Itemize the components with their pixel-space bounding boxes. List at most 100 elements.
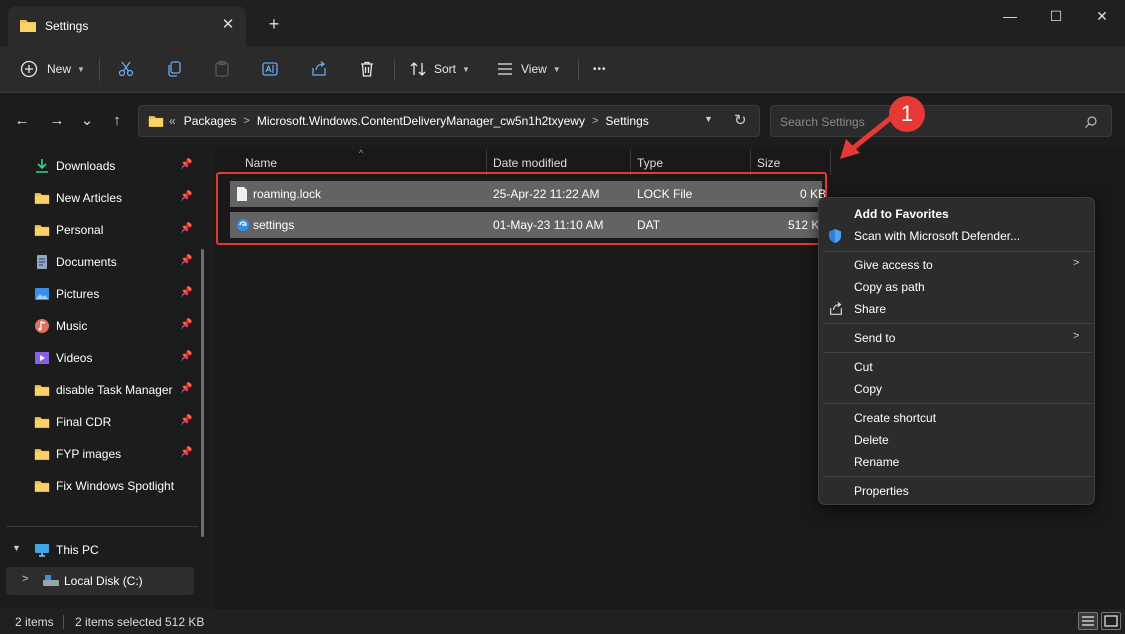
breadcrumb-contentdeliverymanager[interactable]: Microsoft.Windows.ContentDeliveryManager… xyxy=(257,114,585,128)
rename-button[interactable] xyxy=(261,54,279,84)
breadcrumb-packages[interactable]: Packages xyxy=(184,114,237,128)
menu-item-copy[interactable]: Copy xyxy=(819,378,1094,400)
delete-button[interactable] xyxy=(358,54,376,84)
divider xyxy=(578,59,579,81)
cut-button[interactable] xyxy=(117,54,135,84)
folder-icon xyxy=(34,449,50,460)
refresh-icon[interactable]: ↻ xyxy=(734,111,747,129)
tab-settings[interactable]: Settings ✕ xyxy=(8,6,246,46)
sidebar-item-label: disable Task Manager xyxy=(56,383,173,397)
chevron-down-icon[interactable]: ▼ xyxy=(704,114,713,124)
menu-divider xyxy=(823,251,1092,252)
pin-icon: 📌 xyxy=(180,287,193,298)
sidebar-scrollbar[interactable] xyxy=(201,249,204,537)
status-bar: 2 items 2 items selected 512 KB xyxy=(0,609,1125,634)
menu-item-send-to[interactable]: Send to > xyxy=(819,327,1094,349)
back-button[interactable]: ← xyxy=(12,111,32,131)
context-menu: Add to Favorites Scan with Microsoft Def… xyxy=(818,197,1095,505)
download-icon xyxy=(36,159,48,173)
tiles-view-icon xyxy=(1104,615,1118,627)
recent-locations-button[interactable]: ⌄ xyxy=(77,111,97,131)
menu-item-add-to-favorites[interactable]: Add to Favorites xyxy=(819,203,1094,225)
chevron-down-icon[interactable]: ▼ xyxy=(12,543,21,553)
menu-item-share[interactable]: Share xyxy=(819,298,1094,320)
sidebar-item-label: Fix Windows Spotlight xyxy=(56,479,175,493)
divider xyxy=(63,615,64,629)
document-icon xyxy=(37,255,47,269)
forward-button[interactable]: → xyxy=(47,111,67,131)
new-button[interactable]: New ▼ xyxy=(20,54,85,84)
menu-item-label: Copy xyxy=(854,382,883,396)
menu-item-copy-as-path[interactable]: Copy as path xyxy=(819,276,1094,298)
maximize-button[interactable]: ☐ xyxy=(1033,4,1079,28)
sidebar-item-personal[interactable]: Personal 📌 xyxy=(0,216,200,244)
menu-item-label: Share xyxy=(854,302,887,316)
sidebar-item-pictures[interactable]: Pictures 📌 xyxy=(0,280,200,308)
cut-icon xyxy=(118,61,134,77)
menu-item-label: Add to Favorites xyxy=(854,207,949,221)
sidebar-item-fyp-images[interactable]: FYP images 📌 xyxy=(0,440,200,468)
status-selected-count: 2 items selected xyxy=(75,615,162,629)
menu-item-delete[interactable]: Delete xyxy=(819,429,1094,451)
sidebar-item-videos[interactable]: Videos 📌 xyxy=(0,344,200,372)
status-selected-size: 512 KB xyxy=(165,615,205,629)
chevron-right-icon: > xyxy=(1073,257,1080,269)
minimize-button[interactable]: — xyxy=(987,4,1033,28)
chevron-right-icon: > xyxy=(1073,330,1080,342)
sidebar-item-documents[interactable]: Documents 📌 xyxy=(0,248,200,276)
details-view-button[interactable] xyxy=(1078,612,1098,630)
sidebar-item-disable-task-manager[interactable]: disable Task Manager 📌 xyxy=(0,376,200,404)
folder-icon xyxy=(20,20,36,32)
sidebar-item-final-cdr[interactable]: Final CDR 📌 xyxy=(0,408,200,436)
menu-item-label: Properties xyxy=(854,484,909,498)
sidebar-item-local-disk[interactable]: > Local Disk (C:) xyxy=(6,567,194,595)
menu-item-create-shortcut[interactable]: Create shortcut xyxy=(819,407,1094,429)
sidebar-item-this-pc[interactable]: ▼ This PC xyxy=(0,536,200,564)
command-bar: New ▼ Sort ▼ View ▼ ••• xyxy=(0,46,1125,93)
sort-button[interactable]: Sort ▼ xyxy=(409,54,470,84)
address-bar[interactable]: « Packages > Microsoft.Windows.ContentDe… xyxy=(138,105,760,137)
breadcrumb: « Packages > Microsoft.Windows.ContentDe… xyxy=(169,114,649,128)
divider xyxy=(6,526,198,527)
pin-icon: 📌 xyxy=(180,447,193,458)
sidebar-item-label: Local Disk (C:) xyxy=(64,574,143,588)
share-icon xyxy=(312,61,326,76)
menu-item-properties[interactable]: Properties xyxy=(819,480,1094,502)
menu-item-rename[interactable]: Rename xyxy=(819,451,1094,473)
menu-item-give-access[interactable]: Give access to > xyxy=(819,254,1094,276)
monitor-icon xyxy=(35,544,49,557)
menu-item-cut[interactable]: Cut xyxy=(819,356,1094,378)
view-button[interactable]: View ▼ xyxy=(496,54,561,84)
share-button[interactable] xyxy=(310,54,328,84)
chevron-down-icon: ▼ xyxy=(462,64,470,74)
new-tab-button[interactable]: + xyxy=(264,14,284,34)
sidebar-item-new-articles[interactable]: New Articles 📌 xyxy=(0,184,200,212)
menu-item-scan-defender[interactable]: Scan with Microsoft Defender... xyxy=(819,225,1094,247)
more-options-button[interactable]: ••• xyxy=(593,54,607,84)
breadcrumb-settings[interactable]: Settings xyxy=(605,114,648,128)
breadcrumb-overflow[interactable]: « xyxy=(169,114,176,128)
tiles-view-button[interactable] xyxy=(1101,612,1121,630)
navigation-bar: ← → ⌄ ↑ « Packages > Microsoft.Windows.C… xyxy=(0,93,1125,149)
pin-icon: 📌 xyxy=(180,159,193,170)
sidebar-item-label: Music xyxy=(56,319,88,333)
status-item-count: 2 items xyxy=(15,615,54,629)
search-input[interactable]: Search Settings xyxy=(770,105,1112,137)
sidebar-item-label: Documents xyxy=(56,255,117,269)
sidebar-item-music[interactable]: Music 📌 xyxy=(0,312,200,340)
menu-item-label: Copy as path xyxy=(854,280,925,294)
pin-icon: 📌 xyxy=(180,319,193,330)
tab-close-icon[interactable]: ✕ xyxy=(218,15,238,35)
chevron-right-icon[interactable]: > xyxy=(22,573,28,585)
close-button[interactable]: ✕ xyxy=(1079,4,1125,28)
up-button[interactable]: ↑ xyxy=(107,111,127,131)
copy-icon xyxy=(168,61,181,77)
sidebar-item-label: FYP images xyxy=(56,447,122,461)
menu-item-label: Create shortcut xyxy=(854,411,937,425)
paste-button[interactable] xyxy=(213,54,231,84)
plus-circle-icon xyxy=(20,60,38,78)
copy-button[interactable] xyxy=(165,54,183,84)
title-bar: Settings ✕ + — ☐ ✕ xyxy=(0,0,1125,46)
sidebar-item-downloads[interactable]: Downloads 📌 xyxy=(0,152,200,180)
sidebar-item-fix-windows-spotlight[interactable]: Fix Windows Spotlight xyxy=(0,472,200,500)
